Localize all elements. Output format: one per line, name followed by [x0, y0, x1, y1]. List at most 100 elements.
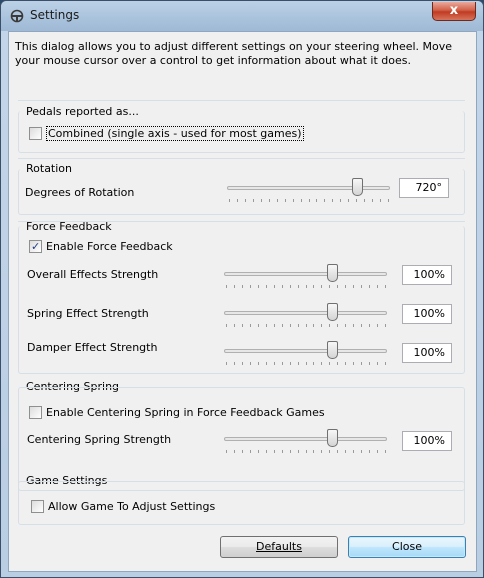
checkbox-box[interactable] — [31, 500, 44, 513]
slider-tick — [385, 450, 386, 453]
slider-tick — [266, 362, 267, 365]
slider-tick — [321, 324, 322, 327]
slider-track — [224, 311, 387, 315]
slider-tick — [274, 450, 275, 453]
slider-thumb[interactable] — [327, 264, 338, 282]
slider-tick — [353, 450, 354, 453]
damper-effect-strength-slider[interactable] — [224, 341, 387, 365]
slider-tick — [282, 362, 283, 365]
dialog-client-area: This dialog allows you to adjust differe… — [8, 31, 477, 572]
slider-tick — [226, 324, 227, 327]
centering-spring-strength-value[interactable]: 100% — [402, 431, 452, 451]
slider-tick — [345, 285, 346, 288]
slider-ticks — [224, 324, 387, 328]
slider-tick — [250, 362, 251, 365]
slider-track — [224, 272, 387, 276]
slider-tick — [309, 199, 310, 202]
checkbox-box[interactable] — [29, 240, 42, 253]
slider-tick — [258, 362, 259, 365]
slider-tick — [301, 199, 302, 202]
close-button-label: Close — [392, 540, 422, 553]
slider-tick — [266, 285, 267, 288]
slider-thumb[interactable] — [327, 303, 338, 321]
combined-pedals-checkbox[interactable]: Combined (single axis - used for most ga… — [29, 126, 304, 141]
slider-tick — [348, 199, 349, 202]
close-button[interactable]: Close — [348, 536, 466, 558]
slider-tick — [242, 285, 243, 288]
slider-tick — [282, 285, 283, 288]
slider-tick — [345, 324, 346, 327]
slider-tick — [226, 285, 227, 288]
damper-effect-strength-label: Damper Effect Strength — [27, 341, 158, 354]
window-close-button[interactable]: x — [432, 2, 476, 21]
slider-tick — [226, 362, 227, 365]
slider-tick — [245, 199, 246, 202]
slider-tick — [385, 285, 386, 288]
slider-tick — [329, 324, 330, 327]
slider-tick — [324, 199, 325, 202]
slider-tick — [313, 450, 314, 453]
slider-tick — [316, 199, 317, 202]
slider-tick — [258, 324, 259, 327]
slider-tick — [298, 324, 299, 327]
slider-thumb[interactable] — [327, 429, 338, 447]
spring-effect-strength-value[interactable]: 100% — [402, 304, 452, 324]
slider-tick — [313, 285, 314, 288]
overall-effects-strength-value[interactable]: 100% — [402, 265, 452, 285]
slider-tick — [306, 285, 307, 288]
slider-tick — [242, 324, 243, 327]
intro-text: This dialog allows you to adjust differe… — [15, 40, 453, 67]
slider-ticks — [224, 362, 387, 366]
slider-tick — [266, 450, 267, 453]
slider-tick — [321, 285, 322, 288]
overall-effects-strength-slider[interactable] — [224, 264, 387, 288]
spring-effect-strength-slider[interactable] — [224, 303, 387, 327]
enable-force-feedback-checkbox[interactable]: Enable Force Feedback — [29, 240, 173, 253]
enable-force-feedback-label: Enable Force Feedback — [46, 240, 173, 253]
enable-centering-spring-checkbox[interactable]: Enable Centering Spring in Force Feedbac… — [29, 406, 325, 419]
enable-centering-spring-label: Enable Centering Spring in Force Feedbac… — [46, 406, 325, 419]
checkbox-box[interactable] — [29, 406, 42, 419]
combined-pedals-label: Combined (single axis - used for most ga… — [46, 126, 304, 141]
slider-tick — [345, 450, 346, 453]
slider-tick — [377, 285, 378, 288]
slider-tick — [329, 362, 330, 365]
slider-tick — [290, 362, 291, 365]
rotation-separator — [18, 158, 465, 159]
degrees-of-rotation-value[interactable]: 720° — [399, 178, 449, 198]
slider-thumb[interactable] — [352, 178, 363, 196]
slider-tick — [337, 362, 338, 365]
slider-tick — [369, 450, 370, 453]
slider-tick — [361, 362, 362, 365]
slider-tick — [253, 199, 254, 202]
slider-tick — [332, 199, 333, 202]
slider-tick — [274, 362, 275, 365]
slider-tick — [369, 324, 370, 327]
slider-tick — [234, 324, 235, 327]
slider-tick — [258, 450, 259, 453]
slider-tick — [353, 285, 354, 288]
slider-ticks — [227, 199, 390, 203]
slider-thumb[interactable] — [327, 341, 338, 359]
degrees-of-rotation-slider[interactable] — [227, 178, 390, 202]
defaults-button[interactable]: Defaults — [220, 536, 338, 558]
slider-tick — [377, 324, 378, 327]
slider-tick — [377, 450, 378, 453]
slider-tick — [329, 285, 330, 288]
steering-wheel-icon — [10, 9, 24, 23]
slider-tick — [321, 450, 322, 453]
slider-tick — [261, 199, 262, 202]
slider-tick — [306, 324, 307, 327]
slider-tick — [282, 324, 283, 327]
slider-tick — [369, 362, 370, 365]
slider-track — [224, 349, 387, 353]
damper-effect-strength-value[interactable]: 100% — [402, 343, 452, 363]
centering-spring-strength-slider[interactable] — [224, 429, 387, 453]
checkbox-box[interactable] — [29, 127, 42, 140]
slider-ticks — [224, 285, 387, 289]
title-bar[interactable]: Settings x — [1, 1, 483, 31]
slider-tick — [250, 285, 251, 288]
allow-game-adjust-checkbox[interactable]: Allow Game To Adjust Settings — [31, 500, 215, 513]
window-title: Settings — [30, 8, 80, 22]
slider-tick — [277, 199, 278, 202]
